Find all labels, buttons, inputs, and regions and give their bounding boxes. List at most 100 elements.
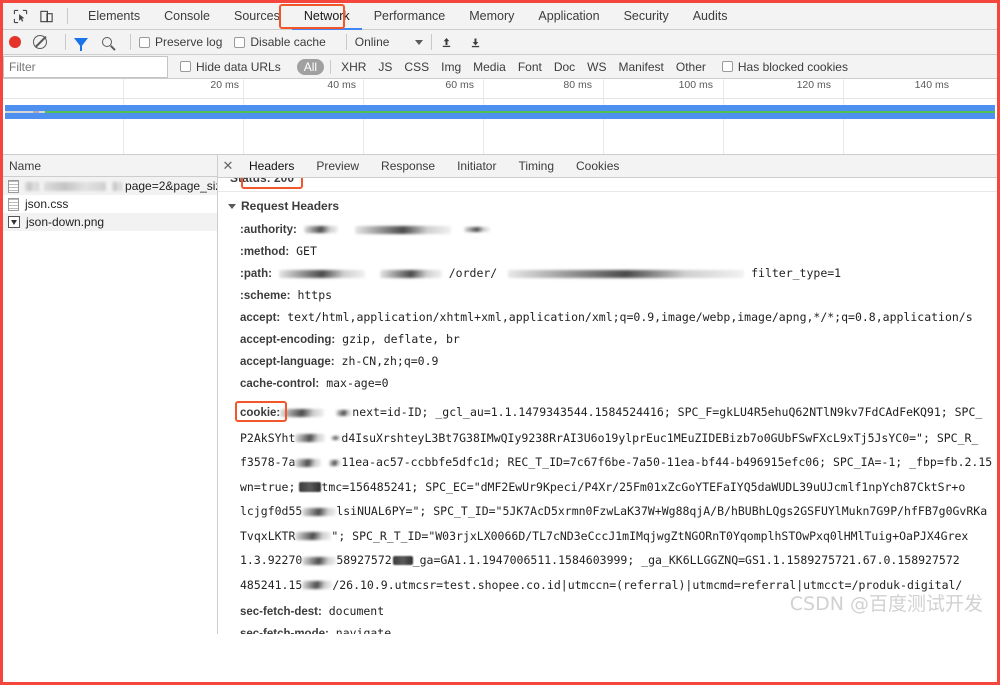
filter-type-css[interactable]: CSS	[398, 60, 435, 74]
preserve-log-label: Preserve log	[155, 35, 223, 49]
toolbar-divider	[345, 34, 347, 50]
header-accept-language: accept-language: zh-CN,zh;q=0.9	[240, 351, 997, 373]
toolbar-divider	[431, 34, 433, 50]
record-stop-icon[interactable]	[9, 36, 21, 48]
detail-tab-headers[interactable]: Headers	[238, 155, 305, 178]
header-name: sec-fetch-dest:	[240, 606, 322, 618]
tab-memory[interactable]: Memory	[457, 3, 526, 30]
header-name: :scheme:	[240, 290, 291, 302]
checkbox-box[interactable]	[721, 61, 733, 72]
filter-type-media[interactable]: Media	[467, 60, 512, 74]
preserve-log-checkbox[interactable]: Preserve log	[139, 35, 222, 49]
tab-network[interactable]: Network	[292, 3, 362, 30]
tab-application[interactable]: Application	[526, 3, 611, 30]
filter-type-manifest[interactable]: Manifest	[613, 60, 670, 74]
filter-type-font[interactable]: Font	[512, 60, 548, 74]
cookie-text: "; SPC_R_T_ID="W03rjxLX0066D/TL7cND3eCcc…	[331, 528, 969, 543]
search-icon[interactable]	[102, 37, 112, 47]
request-row-2[interactable]: json-down.png	[3, 213, 217, 231]
hide-data-urls-checkbox[interactable]: Hide data URLs	[180, 60, 281, 74]
cookie-text: d4IsuXrshteyL3Bt7G38IMwQIy9238RrAI3U6o19…	[341, 430, 979, 445]
detail-tab-cookies[interactable]: Cookies	[565, 155, 630, 178]
request-detail-pane: ✕ Headers Preview Response Initiator Tim…	[218, 155, 997, 634]
cookie-line-4: lcjgf0d55 lsiNUAL6PY="; SPC_T_ID="5JK7AcD…	[240, 499, 997, 524]
request-row-1[interactable]: json.css	[3, 195, 217, 213]
request-headers-section-title[interactable]: Request Headers	[218, 192, 997, 219]
header-accept-encoding: accept-encoding: gzip, deflate, br	[240, 329, 997, 351]
filter-type-img[interactable]: Img	[435, 60, 467, 74]
devtools-tabbar: Elements Console Sources Network Perform…	[3, 3, 997, 30]
request-row-0[interactable]: page=2&page_siz...	[3, 177, 217, 195]
tab-elements[interactable]: Elements	[76, 3, 152, 30]
clear-network-log-icon[interactable]	[33, 35, 47, 49]
filter-type-all[interactable]: All	[296, 58, 325, 75]
export-har-icon[interactable]	[469, 36, 482, 49]
filter-type-doc[interactable]: Doc	[548, 60, 581, 74]
cookie-text: P2AkSYht	[240, 430, 296, 445]
network-toolbar: Preserve log Disable cache Online	[3, 30, 997, 55]
detail-tab-preview[interactable]: Preview	[305, 155, 370, 178]
tick-label: 80 ms	[563, 79, 592, 91]
detail-tab-response[interactable]: Response	[370, 155, 446, 178]
gridline	[123, 79, 124, 98]
tab-performance[interactable]: Performance	[362, 3, 458, 30]
tab-security[interactable]: Security	[612, 3, 681, 30]
cookie-text: /26.10.9.utmcsr=test.shopee.co.id|utmccn…	[332, 577, 963, 592]
filter-divider	[330, 59, 332, 74]
cookie-text: tmc=156485241; SPC_EC="dMF2EwUr9Kpeci/P4…	[321, 479, 966, 494]
cookie-text: 1.3.92270	[240, 553, 303, 567]
header-value: zh-CN,zh;q=0.9	[341, 354, 439, 368]
disable-cache-checkbox[interactable]: Disable cache	[234, 35, 326, 49]
checkbox-box[interactable]	[234, 36, 246, 48]
device-toolbar-icon[interactable]	[33, 4, 59, 28]
document-icon	[8, 179, 19, 193]
header-value: https	[297, 288, 333, 302]
header-value: text/html,application/xhtml+xml,applicat…	[287, 310, 973, 324]
cookie-line-5: TvqxLKTR "; SPC_R_T_ID="W03rjxLX0066D/TL7…	[240, 524, 997, 549]
tab-audits[interactable]: Audits	[681, 3, 740, 30]
detail-tab-timing[interactable]: Timing	[507, 155, 565, 178]
tick-label: 120 ms	[796, 79, 831, 91]
cookie-line-3: wn=true; tmc=156485241; SPC_EC="dMF2EwUr9…	[240, 475, 997, 500]
request-name: page=2&page_siz...	[25, 179, 217, 193]
checkbox-box[interactable]	[139, 36, 150, 48]
has-blocked-cookies-checkbox[interactable]: Has blocked cookies	[721, 60, 848, 74]
inspect-element-icon[interactable]	[7, 4, 33, 28]
checkbox-box[interactable]	[180, 61, 191, 72]
header-value-fragment: /order/	[448, 266, 498, 280]
filter-type-js[interactable]: JS	[372, 60, 398, 74]
detail-tab-initiator[interactable]: Initiator	[446, 155, 507, 178]
header-name: :method:	[240, 246, 290, 258]
header-name: accept-language:	[240, 356, 335, 368]
throttling-value: Online	[354, 35, 390, 49]
header-name: :authority:	[240, 224, 297, 236]
cookie-text: lcjgf0d55	[240, 504, 303, 518]
filter-bar: Hide data URLs All XHR JS CSS Img Media …	[3, 55, 997, 79]
import-har-icon[interactable]	[440, 36, 453, 49]
filter-type-xhr[interactable]: XHR	[335, 60, 372, 74]
header-value-tail: filter_type=1	[751, 266, 842, 280]
filter-funnel-icon[interactable]	[74, 37, 88, 51]
header-value: document	[328, 604, 385, 618]
close-icon[interactable]: ✕	[218, 158, 238, 174]
throttling-select[interactable]: Online	[355, 35, 424, 49]
header-scheme: :scheme: https	[240, 285, 997, 307]
hide-data-urls-label: Hide data URLs	[196, 59, 281, 74]
filter-type-ws[interactable]: WS	[581, 60, 612, 74]
gridline	[723, 79, 724, 98]
filter-type-other[interactable]: Other	[670, 60, 712, 74]
image-collapsed-icon[interactable]	[8, 216, 20, 228]
cookie-text: 58927572	[336, 553, 392, 567]
cookie-text: 485241.15	[240, 577, 303, 592]
section-label: Request Headers	[241, 199, 340, 213]
tick-label: 140 ms	[914, 79, 949, 91]
chevron-down-icon[interactable]	[228, 203, 236, 209]
chevron-down-icon[interactable]	[415, 39, 424, 45]
header-value: GET	[296, 244, 317, 258]
tab-sources[interactable]: Sources	[222, 3, 292, 30]
network-overview[interactable]: 20 ms 40 ms 60 ms 80 ms 100 ms 120 ms 14…	[3, 79, 997, 155]
tab-console[interactable]: Console	[152, 3, 222, 30]
gridline	[843, 79, 844, 98]
document-icon	[8, 197, 19, 211]
filter-input[interactable]	[3, 55, 168, 78]
